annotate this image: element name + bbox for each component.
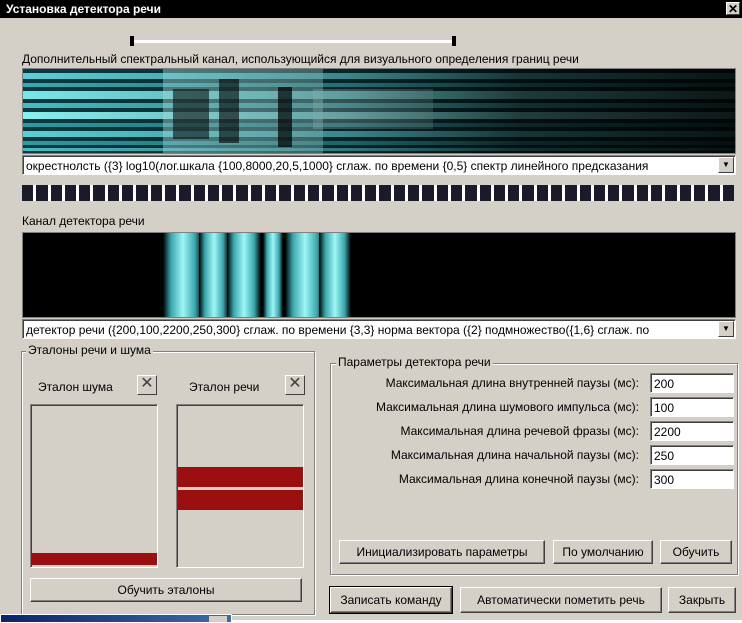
segment-indicator-strip[interactable] bbox=[22, 185, 734, 201]
param-label: Максимальная длина конечной паузы (мс): bbox=[398, 472, 639, 486]
detector-channel-image bbox=[23, 233, 735, 317]
window-title: Установка детектора речи bbox=[6, 2, 162, 16]
background-window-button bbox=[209, 616, 227, 622]
clear-speech-etalon-button[interactable]: ✕ bbox=[285, 375, 305, 395]
defaults-button[interactable]: По умолчанию bbox=[553, 540, 653, 564]
param-input-phrase-length[interactable]: 2200 bbox=[650, 421, 734, 441]
spectral-channel-combo[interactable]: окрестнолсть ({3} log10(лог.шкала {100,8… bbox=[22, 155, 736, 175]
clear-noise-etalon-button[interactable]: ✕ bbox=[137, 375, 157, 395]
param-input-start-pause[interactable]: 250 bbox=[650, 445, 734, 465]
noise-etalon-bar bbox=[31, 553, 157, 565]
spectral-channel-label: Дополнительный спектральный канал, испол… bbox=[22, 52, 579, 66]
init-params-button[interactable]: Инициализировать параметры bbox=[339, 540, 545, 564]
chevron-down-icon[interactable]: ▼ bbox=[718, 157, 734, 173]
auto-mark-speech-button[interactable]: Автоматически пометить речь bbox=[460, 587, 662, 613]
speech-etalon-label: Эталон речи bbox=[189, 380, 260, 394]
title-bar: Установка детектора речи ✕ bbox=[0, 0, 742, 18]
chevron-down-icon[interactable]: ▼ bbox=[718, 321, 734, 337]
train-button[interactable]: Обучить bbox=[660, 540, 732, 564]
noise-etalon-label: Эталон шума bbox=[38, 380, 113, 394]
detector-channel-value: детектор речи ({200,100,2200,250,300} сг… bbox=[26, 323, 650, 337]
detector-channel-display[interactable] bbox=[22, 232, 736, 318]
etalons-group-title: Эталоны речи и шума bbox=[26, 343, 153, 357]
param-label: Максимальная длина внутренней паузы (мс)… bbox=[385, 376, 639, 390]
param-input-end-pause[interactable]: 300 bbox=[650, 469, 734, 489]
train-etalons-button[interactable]: Обучить эталоны bbox=[30, 578, 302, 602]
speech-etalon-display bbox=[176, 404, 304, 568]
spectrogram-image bbox=[23, 69, 735, 153]
background-window-titlebar bbox=[0, 614, 232, 623]
detector-channel-combo[interactable]: детектор речи ({200,100,2200,250,300} сг… bbox=[22, 319, 736, 339]
speech-etalon-bar-2 bbox=[177, 490, 303, 510]
param-input-internal-pause[interactable]: 200 bbox=[650, 373, 734, 393]
selection-range-marker[interactable] bbox=[130, 36, 456, 46]
param-input-noise-impulse[interactable]: 100 bbox=[650, 397, 734, 417]
spectrogram-display[interactable] bbox=[22, 68, 736, 154]
spectral-channel-value: окрестнолсть ({3} log10(лог.шкала {100,8… bbox=[26, 159, 649, 173]
detector-channel-label: Канал детектора речи bbox=[22, 214, 145, 228]
window-close-button[interactable]: ✕ bbox=[726, 2, 740, 15]
speech-detector-dialog: Установка детектора речи ✕ Дополнительны… bbox=[0, 0, 742, 620]
record-command-button[interactable]: Записать команду bbox=[329, 586, 453, 614]
param-label: Максимальная длина речевой фразы (мс): bbox=[400, 424, 640, 438]
speech-etalon-bar-1 bbox=[177, 467, 303, 487]
close-button[interactable]: Закрыть bbox=[668, 587, 736, 613]
noise-etalon-display bbox=[30, 404, 158, 568]
detector-params-group-title: Параметры детектора речи bbox=[336, 355, 493, 369]
param-label: Максимальная длина шумового импульса (мс… bbox=[375, 400, 639, 414]
param-label: Максимальная длина начальной паузы (мс): bbox=[390, 448, 639, 462]
